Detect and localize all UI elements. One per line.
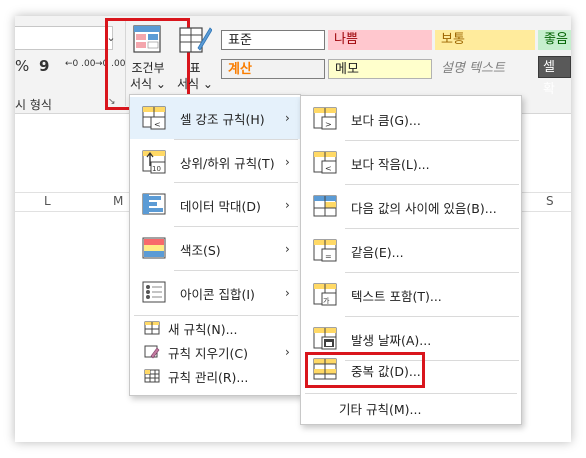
svg-text:>: >	[325, 120, 332, 129]
menu-separator	[345, 272, 519, 273]
menu-item-icon-sets[interactable]: 아이콘 집합(I) ›	[130, 272, 300, 314]
color-scales-icon	[142, 237, 166, 259]
new-rule-icon	[144, 321, 160, 335]
format-as-table-label-1: 표	[189, 61, 201, 75]
menu-item-label: 상위/하위 규칙(T)	[180, 155, 275, 171]
style-check-cell[interactable]: 셀 확	[538, 56, 571, 97]
submenu-item-label: 보다 작음(L)...	[351, 156, 430, 172]
submenu-item-label: 보다 큼(G)...	[351, 112, 421, 128]
clear-rules-icon	[144, 345, 160, 359]
number-format-dropdown[interactable]	[15, 26, 113, 50]
submenu-item-less-than[interactable]: < 보다 작음(L)...	[301, 142, 521, 184]
menu-separator	[345, 316, 519, 317]
format-as-table-icon	[179, 27, 212, 53]
menu-item-color-scales[interactable]: 색조(S) ›	[130, 228, 300, 270]
menu-separator	[345, 228, 519, 229]
menu-item-label: 새 규칙(N)...	[168, 321, 238, 337]
column-header-m[interactable]: M	[113, 194, 123, 208]
style-bad[interactable]: 나쁨	[328, 30, 432, 50]
menu-separator	[174, 182, 298, 183]
style-neutral[interactable]: 보통	[435, 30, 535, 50]
increase-decimal-icon[interactable]: ←0 .00	[65, 60, 95, 69]
submenu-arrow-icon: ›	[285, 345, 290, 359]
column-header-l[interactable]: L	[44, 194, 51, 208]
number-group-label: 시 형식	[15, 98, 52, 112]
submenu-item-label: 같음(E)...	[351, 244, 404, 260]
submenu-item-equal-to[interactable]: = 같음(E)...	[301, 230, 521, 272]
submenu-item-label: 텍스트 포함(T)...	[351, 288, 442, 304]
submenu-arrow-icon: ›	[285, 242, 290, 256]
greater-than-icon: >	[313, 107, 337, 130]
svg-text:<: <	[154, 120, 161, 129]
submenu-item-label: 기타 규칙(M)...	[339, 401, 422, 417]
submenu-item-text-contains[interactable]: 가 텍스트 포함(T)...	[301, 274, 521, 316]
submenu-item-more-rules[interactable]: 기타 규칙(M)...	[301, 397, 521, 419]
highlight-cells-rules-submenu: > 보다 큼(G)... < 보다 작음(L)... 다음 값의 사이에 있음(…	[300, 95, 522, 425]
less-than-icon: <	[313, 151, 337, 174]
menu-item-top-bottom-rules[interactable]: 10 상위/하위 규칙(T) ›	[130, 141, 300, 183]
menu-item-clear-rules[interactable]: 규칙 지우기(C) ›	[130, 341, 300, 363]
highlight-cells-rules-icon: <	[142, 106, 166, 130]
svg-text:=: =	[325, 252, 332, 261]
menu-separator	[174, 139, 298, 140]
menu-item-highlight-cells-rules[interactable]: < 셀 강조 규칙(H) ›	[130, 97, 300, 139]
menu-separator	[305, 393, 517, 394]
menu-item-label: 색조(S)	[180, 242, 221, 258]
format-as-table-button[interactable]: 표 서식 ⌄	[175, 22, 213, 94]
submenu-arrow-icon: ›	[285, 198, 290, 212]
submenu-item-greater-than[interactable]: > 보다 큼(G)...	[301, 98, 521, 140]
menu-item-label: 아이콘 집합(I)	[180, 286, 255, 302]
text-contains-icon: 가	[313, 283, 337, 306]
submenu-arrow-icon: ›	[285, 286, 290, 300]
svg-text:가: 가	[323, 296, 330, 305]
top-bottom-rules-icon: 10	[142, 150, 166, 174]
submenu-item-label: 발생 날짜(A)...	[351, 332, 432, 348]
menu-item-manage-rules[interactable]: 규칙 관리(R)...	[130, 365, 300, 387]
style-explanatory-text[interactable]: 설명 텍스트	[435, 59, 535, 79]
style-calculation[interactable]: 계산	[221, 59, 325, 79]
comma-style-button[interactable]: 9	[39, 57, 49, 75]
style-note[interactable]: 메모	[328, 59, 432, 79]
menu-item-label: 규칙 관리(R)...	[168, 369, 249, 385]
highlight-box-duplicate-values	[305, 352, 425, 388]
menu-item-label: 규칙 지우기(C)	[168, 345, 248, 361]
date-occurring-icon	[313, 327, 337, 350]
menu-item-new-rule[interactable]: 새 규칙(N)...	[130, 317, 300, 339]
submenu-arrow-icon: ›	[285, 111, 290, 125]
menu-item-label: 데이터 막대(D)	[180, 198, 261, 214]
svg-text:10: 10	[152, 165, 161, 173]
style-good[interactable]: 좋음	[538, 30, 571, 50]
menu-separator	[345, 140, 519, 141]
svg-text:<: <	[325, 164, 332, 173]
equal-to-icon: =	[313, 239, 337, 262]
percent-style-button[interactable]: %	[15, 57, 29, 75]
icon-sets-icon	[142, 281, 166, 303]
menu-separator	[174, 270, 298, 271]
menu-separator	[134, 315, 298, 316]
menu-separator	[174, 226, 298, 227]
submenu-item-label: 다음 값의 사이에 있음(B)...	[351, 200, 497, 216]
submenu-arrow-icon: ›	[285, 155, 290, 169]
between-icon	[313, 195, 337, 217]
menu-item-label: 셀 강조 규칙(H)	[180, 111, 265, 127]
data-bars-icon	[142, 193, 166, 215]
style-normal[interactable]: 표준	[221, 30, 325, 50]
menu-item-data-bars[interactable]: 데이터 막대(D) ›	[130, 184, 300, 226]
format-as-table-label-2: 서식 ⌄	[177, 77, 213, 91]
column-header-s[interactable]: S	[546, 194, 554, 208]
conditional-formatting-menu: < 셀 강조 규칙(H) › 10 상위/하위 규칙(T) › 데이터 막대(D…	[129, 94, 301, 396]
submenu-item-between[interactable]: 다음 값의 사이에 있음(B)...	[301, 186, 521, 228]
menu-separator	[345, 184, 519, 185]
manage-rules-icon	[144, 369, 160, 383]
